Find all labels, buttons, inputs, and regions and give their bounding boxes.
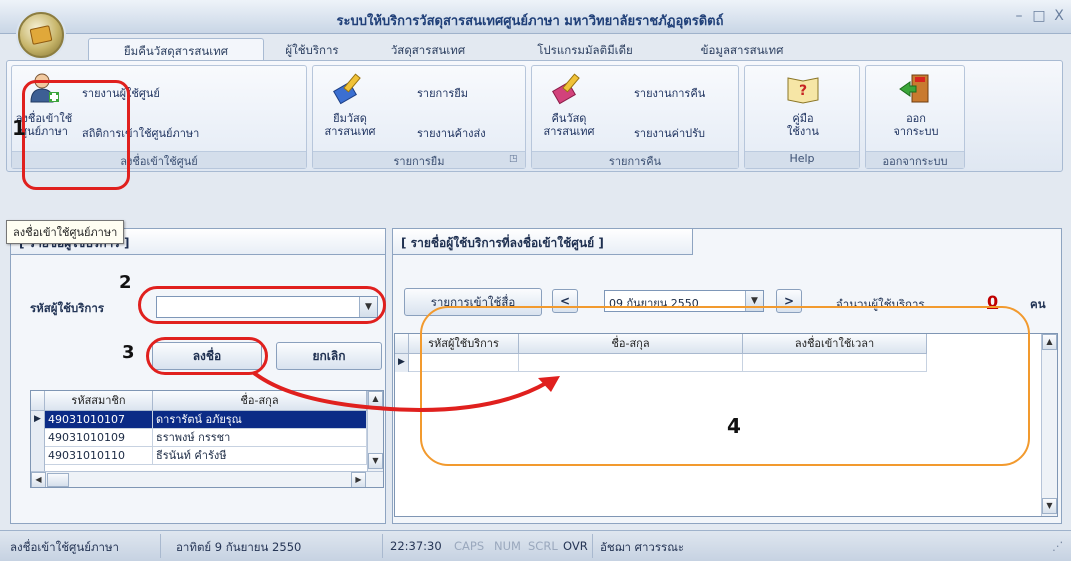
- resize-grip-icon[interactable]: ⋰: [1052, 539, 1064, 553]
- app-window: ระบบให้บริการวัสดุสารสนเทศศูนย์ภาษา มหาว…: [0, 0, 1071, 561]
- status-user: อัชฌา ศาวรรณะ: [600, 540, 685, 554]
- status-divider: [382, 534, 383, 558]
- status-bar: ลงชื่อเข้าใช้ศูนย์ภาษา อาทิตย์ 9 กันยายน…: [0, 530, 1071, 561]
- status-date: อาทิตย์ 9 กันยายน 2550: [176, 540, 302, 554]
- status-ovr: OVR: [563, 539, 588, 553]
- status-divider: [592, 534, 593, 558]
- status-num: NUM: [494, 539, 521, 553]
- status-scrl: SCRL: [528, 539, 558, 553]
- status-divider: [160, 534, 161, 558]
- annotation-arrow: [252, 371, 560, 413]
- status-caps: CAPS: [454, 539, 485, 553]
- status-task: ลงชื่อเข้าใช้ศูนย์ภาษา: [10, 540, 120, 554]
- status-time: 22:37:30: [390, 539, 442, 553]
